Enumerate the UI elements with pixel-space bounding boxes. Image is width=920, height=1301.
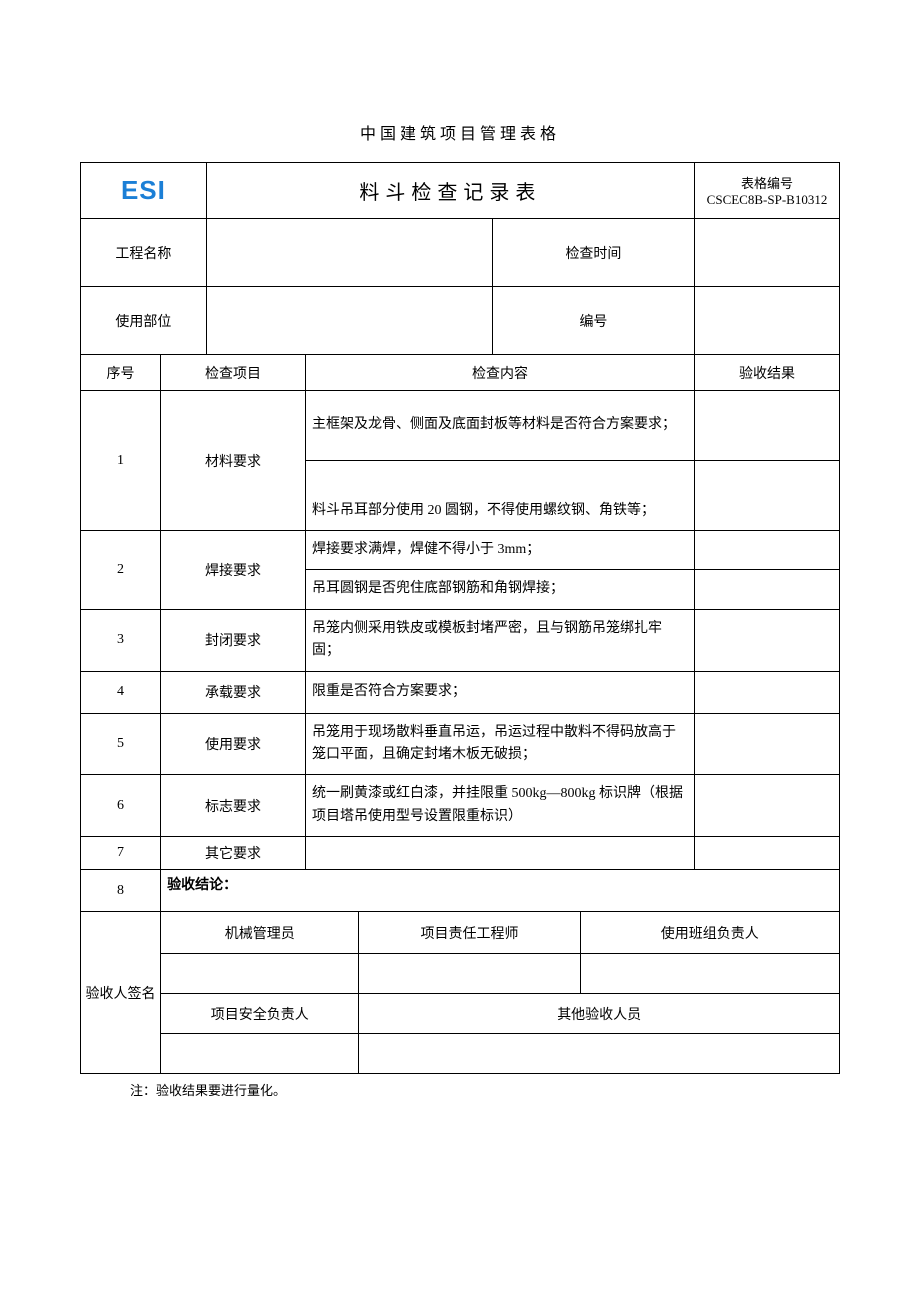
row3-result[interactable] [695, 609, 840, 671]
header-result: 验收结果 [695, 355, 840, 391]
label-mech-mgr: 机械管理员 [161, 912, 359, 954]
row6-no: 6 [81, 775, 161, 837]
form-number-block: 表格编号 CSCEC8B-SP-B10312 [695, 163, 840, 219]
row5-result[interactable] [695, 713, 840, 775]
row6-item: 标志要求 [161, 775, 306, 837]
row8-no: 8 [81, 870, 161, 912]
input-other-acceptor-sign[interactable] [359, 1034, 840, 1074]
row1-result-2[interactable] [695, 461, 840, 531]
input-team-leader-sign[interactable] [580, 954, 839, 994]
footer-note: 注：验收结果要进行量化。 [130, 1080, 840, 1099]
label-other-acceptor: 其他验收人员 [359, 994, 840, 1034]
row2-content-2: 吊耳圆钢是否兜住底部钢筋和角钢焊接； [306, 570, 695, 609]
form-number-label: 表格编号 [699, 173, 835, 192]
row6-result[interactable] [695, 775, 840, 837]
input-proj-engineer-sign[interactable] [359, 954, 580, 994]
header-seq: 序号 [81, 355, 161, 391]
label-safety-mgr: 项目安全负责人 [161, 994, 359, 1034]
row6-content: 统一刷黄漆或红白漆，并挂限重 500kg—800kg 标识牌（根据项目塔吊使用型… [306, 775, 695, 837]
form-number-code: CSCEC8B-SP-B10312 [699, 192, 835, 208]
label-signature-section: 验收人签名 [81, 912, 161, 1074]
row7-no: 7 [81, 837, 161, 870]
row3-item: 封闭要求 [161, 609, 306, 671]
row7-content [306, 837, 695, 870]
logo: ESI [81, 163, 207, 219]
input-safety-mgr-sign[interactable] [161, 1034, 359, 1074]
input-check-time[interactable] [695, 219, 840, 287]
input-mech-mgr-sign[interactable] [161, 954, 359, 994]
row4-result[interactable] [695, 671, 840, 713]
row1-result-1[interactable] [695, 391, 840, 461]
row2-result-2[interactable] [695, 570, 840, 609]
form-title: 料斗检查记录表 [206, 163, 694, 219]
row7-item: 其它要求 [161, 837, 306, 870]
label-project-name: 工程名称 [81, 219, 207, 287]
header-check-content: 检查内容 [306, 355, 695, 391]
row4-no: 4 [81, 671, 161, 713]
label-use-part: 使用部位 [81, 287, 207, 355]
row4-content: 限重是否符合方案要求； [306, 671, 695, 713]
conclusion-label: 验收结论： [161, 870, 840, 912]
row1-item: 材料要求 [161, 391, 306, 531]
label-code: 编号 [492, 287, 694, 355]
input-project-name[interactable] [206, 219, 492, 287]
row2-item: 焊接要求 [161, 531, 306, 610]
row1-content-2: 料斗吊耳部分使用 20 圆钢，不得使用螺纹钢、角铁等； [306, 461, 695, 531]
label-proj-engineer: 项目责任工程师 [359, 912, 580, 954]
row1-content-1: 主框架及龙骨、侧面及底面封板等材料是否符合方案要求； [306, 391, 695, 461]
row2-no: 2 [81, 531, 161, 610]
row2-content-1: 焊接要求满焊，焊健不得小于 3mm； [306, 531, 695, 570]
row3-content: 吊笼内侧采用铁皮或模板封堵严密，且与钢筋吊笼绑扎牢固； [306, 609, 695, 671]
row5-content: 吊笼用于现场散料垂直吊运，吊运过程中散料不得码放高于笼口平面，且确定封堵木板无破… [306, 713, 695, 775]
row5-no: 5 [81, 713, 161, 775]
label-team-leader: 使用班组负责人 [580, 912, 839, 954]
inspection-form-table: ESI 料斗检查记录表 表格编号 CSCEC8B-SP-B10312 工程名称 … [80, 162, 840, 1074]
input-use-part[interactable] [206, 287, 492, 355]
row4-item: 承载要求 [161, 671, 306, 713]
row1-no: 1 [81, 391, 161, 531]
page-heading: 中国建筑项目管理表格 [80, 120, 840, 144]
row5-item: 使用要求 [161, 713, 306, 775]
row7-result[interactable] [695, 837, 840, 870]
row3-no: 3 [81, 609, 161, 671]
header-check-item: 检查项目 [161, 355, 306, 391]
label-check-time: 检查时间 [492, 219, 694, 287]
input-code[interactable] [695, 287, 840, 355]
row2-result-1[interactable] [695, 531, 840, 570]
